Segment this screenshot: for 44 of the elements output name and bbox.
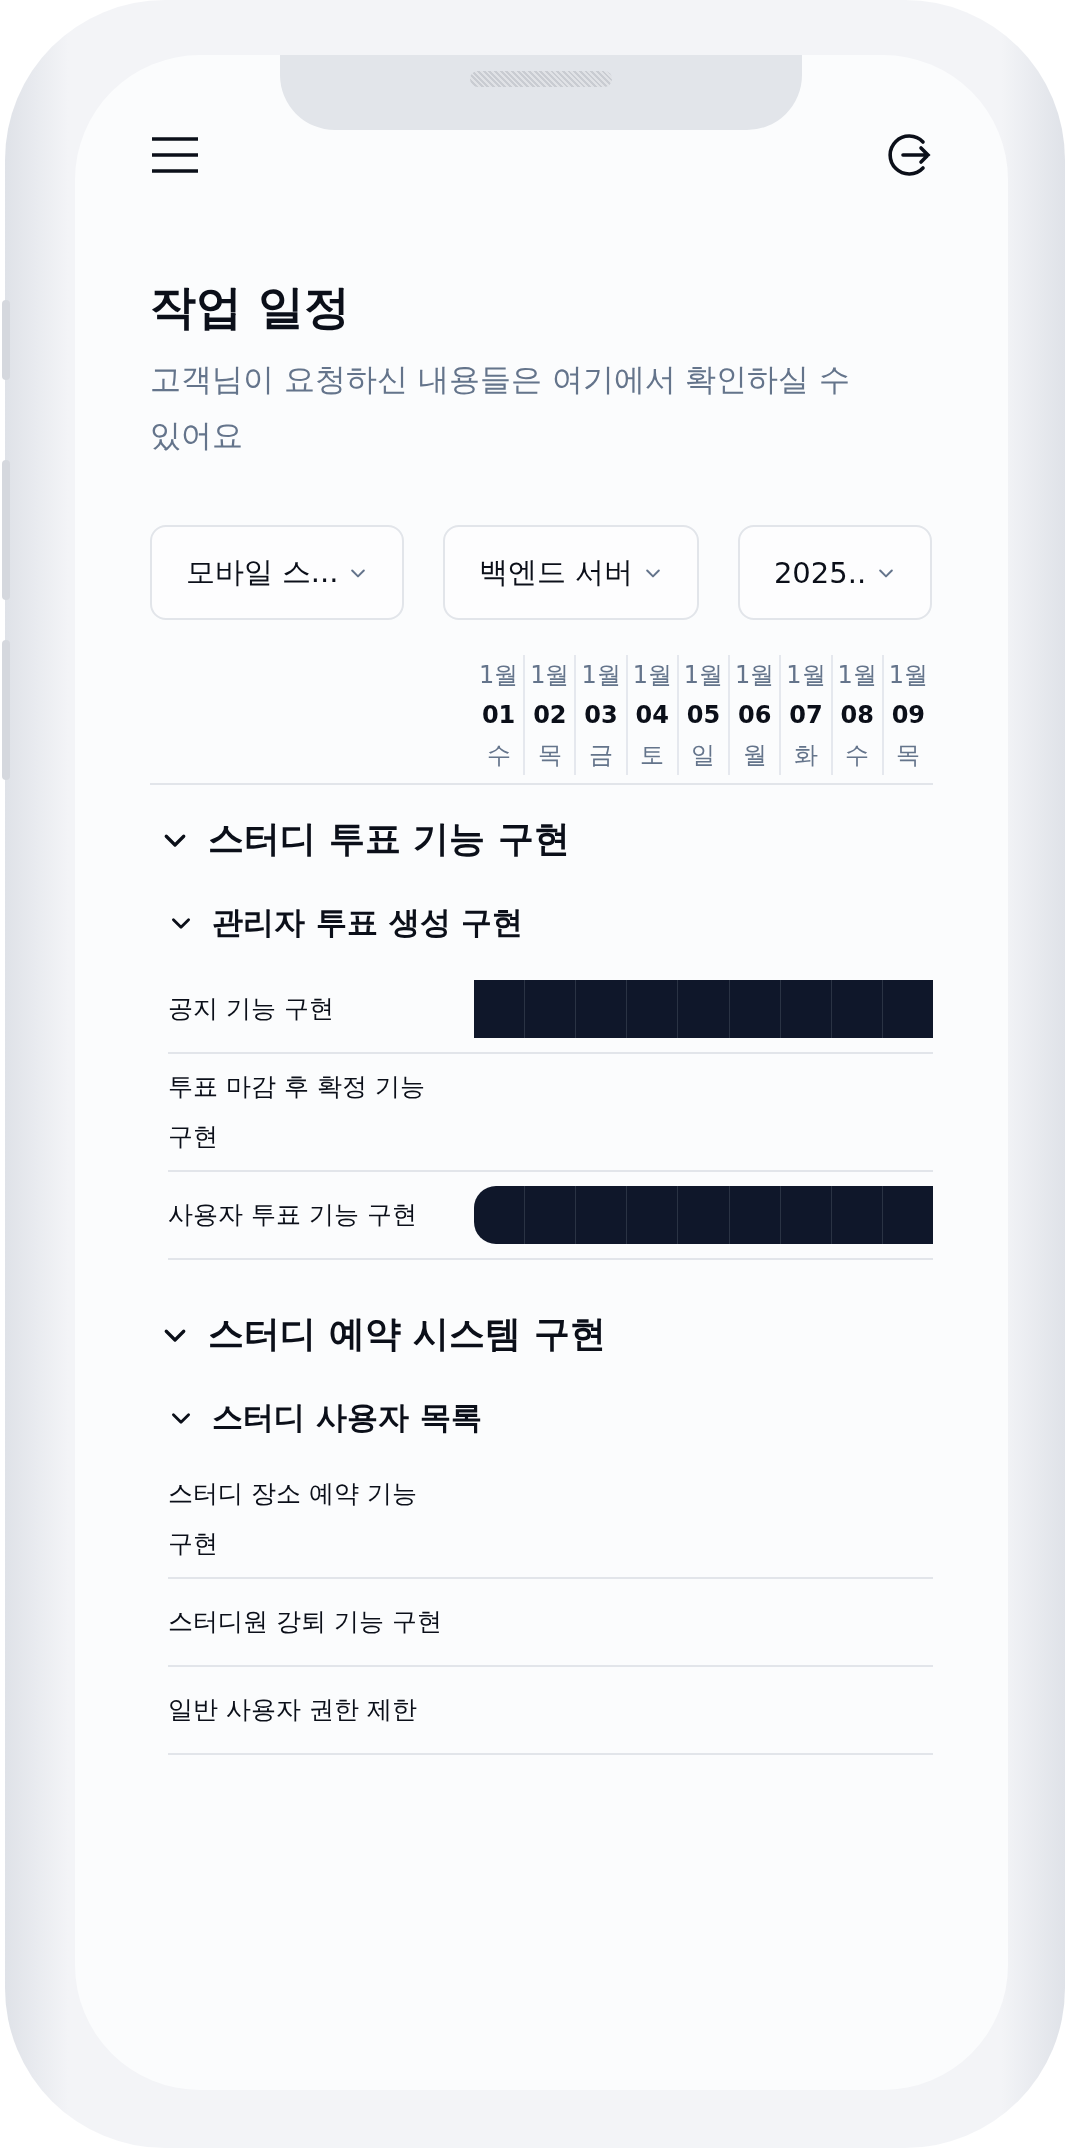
date-weekday: 목 bbox=[537, 740, 562, 771]
date-month: 1월 bbox=[581, 660, 621, 691]
date-month: 1월 bbox=[837, 660, 877, 691]
date-weekday: 수 bbox=[486, 740, 511, 771]
date-weekday: 월 bbox=[742, 740, 767, 771]
menu-button[interactable] bbox=[150, 135, 200, 175]
date-month: 1월 bbox=[530, 660, 570, 691]
filter-dropdown[interactable]: 모바일 스... bbox=[150, 525, 404, 620]
subgroup-header[interactable]: 스터디 사용자 목록 bbox=[158, 1397, 482, 1439]
date-day: 02 bbox=[533, 695, 567, 735]
task-name: 사용자 투표 기능 구현 bbox=[168, 1199, 418, 1231]
date-month: 1월 bbox=[735, 660, 775, 691]
date-day: 08 bbox=[840, 695, 874, 735]
task-name: 일반 사용자 권한 제한 bbox=[168, 1694, 418, 1726]
page-title: 작업 일정 bbox=[150, 279, 351, 336]
task-name: 공지 기능 구현 bbox=[168, 993, 335, 1025]
date-day: 01 bbox=[481, 695, 516, 735]
subgroup-header[interactable]: 관리자 투표 생성 구현 bbox=[158, 902, 524, 944]
date-month: 1월 bbox=[888, 660, 928, 691]
date-day: 04 bbox=[635, 695, 669, 735]
menu-icon bbox=[150, 135, 200, 175]
date-month: 1월 bbox=[632, 660, 672, 691]
date-weekday: 금 bbox=[589, 740, 614, 771]
filter-dropdown[interactable]: 2025.. bbox=[738, 525, 932, 620]
date-day: 09 bbox=[891, 695, 926, 735]
page-subtitle: 고객님이 요청하신 내용들은 여기에서 확인하실 수 있어요 bbox=[150, 360, 852, 455]
task-name: 투표 마감 후 확정 기능 구현 bbox=[168, 1071, 426, 1153]
date-weekday: 목 bbox=[896, 740, 921, 771]
group-header[interactable]: 스터디 투표 기능 구현 bbox=[150, 815, 570, 864]
date-day: 07 bbox=[789, 695, 823, 735]
task-name: 스터디 장소 예약 기능 구현 bbox=[168, 1478, 418, 1560]
date-weekday: 수 bbox=[845, 740, 870, 771]
task-name: 스터디원 강퇴 기능 구현 bbox=[168, 1606, 443, 1638]
group-header[interactable]: 스터디 예약 시스템 구현 bbox=[150, 1310, 606, 1359]
date-weekday: 화 bbox=[793, 740, 818, 771]
date-weekday: 토 bbox=[640, 740, 665, 771]
date-weekday: 일 bbox=[691, 740, 716, 771]
date-day: 06 bbox=[738, 695, 772, 735]
date-month: 1월 bbox=[683, 660, 724, 691]
date-month: 1월 bbox=[786, 660, 826, 691]
date-day: 03 bbox=[584, 695, 618, 735]
date-day: 05 bbox=[686, 695, 721, 735]
date-month: 1월 bbox=[478, 660, 519, 691]
filter-dropdown[interactable]: 백엔드 서버 bbox=[443, 525, 699, 620]
